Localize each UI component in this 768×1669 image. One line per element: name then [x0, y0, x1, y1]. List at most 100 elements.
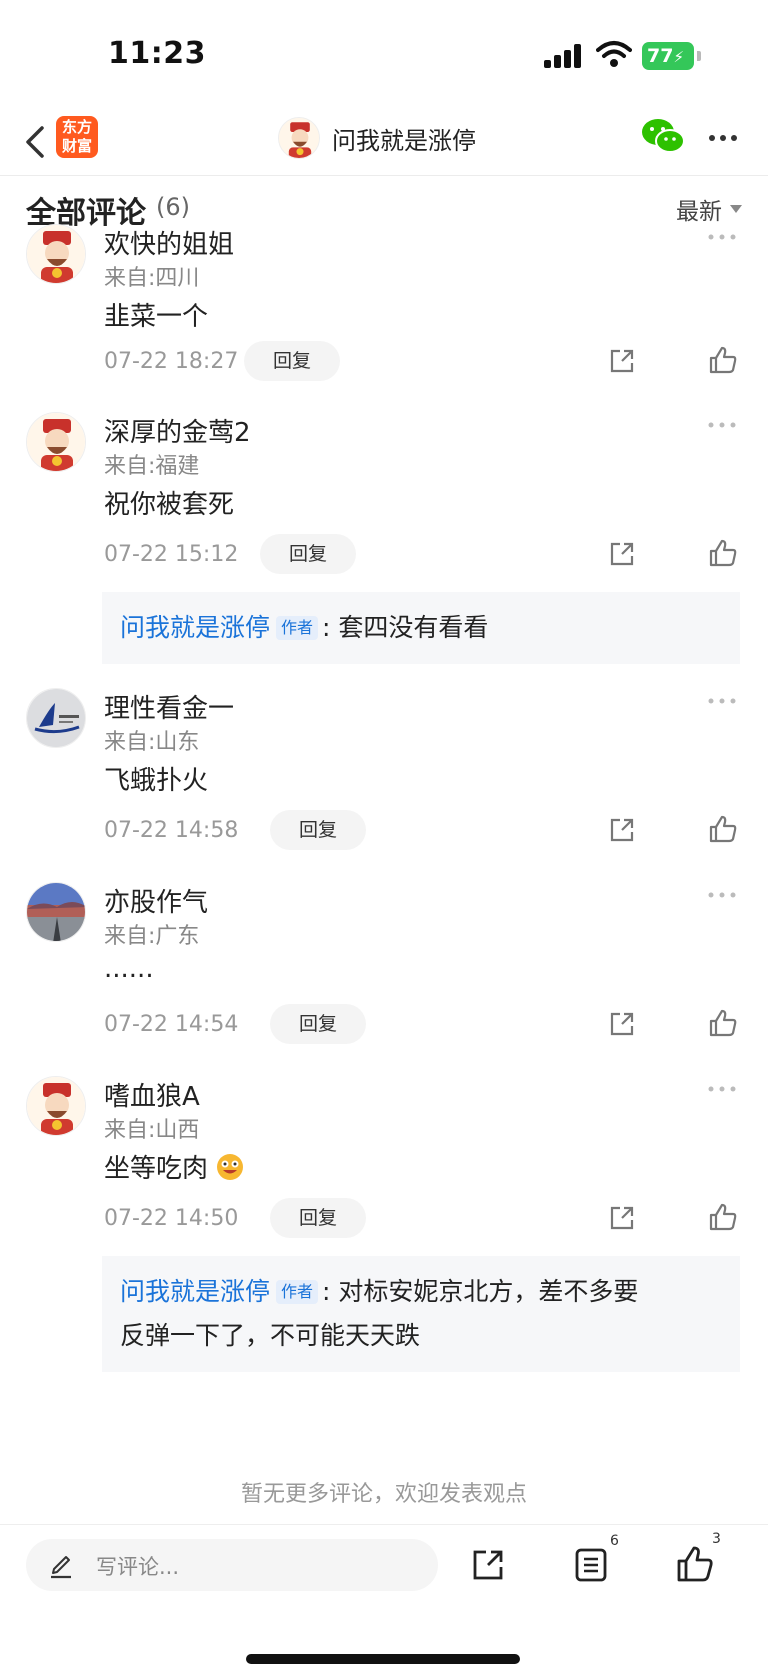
fortune-god-avatar[interactable] — [26, 224, 86, 284]
reply-text: 对标安妮京北方，差不多要 — [338, 1277, 639, 1306]
share-icon[interactable] — [608, 816, 636, 844]
comment-time: 07-22 14:58 — [104, 818, 239, 843]
comment-item: 亦股作气 来自:广东 ...... 07-22 14:54 回复 — [0, 882, 768, 1044]
commenter-name[interactable]: 嗜血狼A — [104, 1076, 200, 1113]
commenter-location: 来自:山东 — [104, 730, 200, 755]
nav-profile[interactable]: 问我就是涨停 — [278, 116, 476, 160]
like-count-badge: 3 — [712, 1531, 721, 1547]
bottom-action-bar: 写评论... 6 3 — [0, 1524, 768, 1669]
battery-level: 77 — [647, 45, 674, 67]
comment-item: 欢快的姐姐 来自:四川 韭菜一个 07-22 18:27 回复 — [0, 224, 768, 384]
thumbs-up-icon[interactable] — [708, 814, 738, 844]
commenter-location: 来自:四川 — [104, 266, 200, 291]
thumbs-up-icon[interactable] — [708, 538, 738, 568]
status-bar: 11:23 77⚡ — [0, 0, 768, 108]
nav-title: 问我就是涨停 — [332, 126, 476, 155]
thumbs-up-icon[interactable] — [676, 1545, 714, 1583]
back-arrow-icon[interactable] — [22, 122, 48, 162]
reply-button[interactable]: 回复 — [260, 534, 356, 574]
sort-label: 最新 — [676, 199, 722, 225]
app-logo[interactable]: 东方 财富 — [56, 116, 98, 158]
author-reply: 问我就是涨停 作者: 套四没有看看 — [102, 592, 740, 664]
comment-time: 07-22 14:50 — [104, 1206, 239, 1231]
comment-time: 07-22 18:27 — [104, 349, 239, 374]
author-badge: 作者 — [276, 616, 319, 640]
reply-author-name[interactable]: 问我就是涨停 — [120, 613, 270, 642]
logo-line1: 东方 — [61, 118, 92, 136]
more-options-icon[interactable] — [708, 1086, 736, 1092]
more-options-icon[interactable] — [708, 892, 736, 898]
fortune-god-avatar[interactable] — [26, 1076, 86, 1136]
comment-meta: 07-22 18:27 回复 — [104, 341, 744, 381]
reply-author-name[interactable]: 问我就是涨停 — [120, 1277, 270, 1306]
status-time: 11:23 — [108, 36, 206, 71]
comment-meta: 07-22 14:54 回复 — [104, 1004, 744, 1044]
comment-text: 坐等吃肉 — [104, 1148, 244, 1185]
comment-text-body: 坐等吃肉 — [104, 1154, 209, 1184]
comment-input[interactable]: 写评论... — [26, 1539, 438, 1591]
comment-text: 飞蛾扑火 — [104, 766, 209, 796]
landscape-avatar[interactable] — [26, 882, 86, 942]
commenter-name[interactable]: 深厚的金莺2 — [104, 412, 251, 449]
grinning-emoji-icon — [217, 1154, 244, 1180]
share-icon[interactable] — [608, 1204, 636, 1232]
comment-item: 深厚的金莺2 来自:福建 祝你被套死 07-22 15:12 回复 问我就是涨停… — [0, 412, 768, 664]
share-icon[interactable] — [608, 540, 636, 568]
fortune-god-avatar[interactable] — [26, 412, 86, 472]
caret-down-icon — [730, 205, 742, 213]
more-options-icon[interactable] — [708, 422, 736, 428]
thumbs-up-icon[interactable] — [708, 1008, 738, 1038]
pen-icon — [51, 1556, 71, 1579]
comment-list-icon[interactable] — [574, 1547, 608, 1583]
commenter-name[interactable]: 欢快的姐姐 — [104, 224, 234, 261]
commenter-location: 来自:山西 — [104, 1118, 200, 1143]
author-badge: 作者 — [276, 1280, 319, 1304]
comment-time: 07-22 14:54 — [104, 1012, 239, 1037]
comment-text: 祝你被套死 — [104, 490, 235, 520]
comment-item: 嗜血狼A 来自:山西 坐等吃肉 07-22 14:50 回复 问我就是涨停 作者:… — [0, 1076, 768, 1446]
commenter-location: 来自:福建 — [104, 454, 200, 479]
comment-meta: 07-22 14:50 回复 — [104, 1198, 744, 1238]
comment-item: 理性看金一 来自:山东 飞蛾扑火 07-22 14:58 回复 — [0, 688, 768, 850]
comment-count: (6) — [156, 193, 190, 221]
logo-line2: 财富 — [61, 137, 92, 155]
wechat-share-icon[interactable] — [640, 116, 686, 156]
reply-separator: : — [322, 613, 331, 642]
nav-bar: 东方 财富 问我就是涨停 — [0, 108, 768, 176]
sort-dropdown[interactable]: 最新 — [676, 192, 742, 226]
battery-tip — [697, 51, 701, 61]
comment-meta: 07-22 15:12 回复 — [104, 534, 744, 574]
reply-button[interactable]: 回复 — [270, 810, 366, 850]
reply-button[interactable]: 回复 — [244, 341, 340, 381]
reply-separator: : — [322, 1277, 331, 1306]
kayak-logo-avatar[interactable] — [26, 688, 86, 748]
thumbs-up-icon[interactable] — [708, 1202, 738, 1232]
share-icon[interactable] — [608, 347, 636, 375]
comment-time: 07-22 15:12 — [104, 542, 239, 567]
commenter-location: 来自:广东 — [104, 924, 200, 949]
author-reply: 问我就是涨停 作者: 对标安妮京北方，差不多要 反弹一下了，不可能天天跌 — [102, 1256, 740, 1372]
share-icon[interactable] — [470, 1547, 506, 1583]
commenter-name[interactable]: 理性看金一 — [104, 688, 234, 725]
thumbs-up-icon[interactable] — [708, 345, 738, 375]
more-options-icon[interactable] — [708, 134, 738, 142]
reply-text-line2: 反弹一下了，不可能天天跌 — [120, 1321, 421, 1350]
more-options-icon[interactable] — [708, 698, 736, 704]
no-more-comments-note: 暂无更多评论，欢迎发表观点 — [240, 1482, 527, 1507]
reply-button[interactable]: 回复 — [270, 1198, 366, 1238]
home-indicator — [246, 1654, 520, 1664]
commenter-name[interactable]: 亦股作气 — [104, 882, 208, 919]
signal-icon — [544, 44, 584, 68]
more-options-icon[interactable] — [708, 234, 736, 240]
comment-count-badge: 6 — [610, 1533, 619, 1549]
share-icon[interactable] — [608, 1010, 636, 1038]
battery-icon: 77⚡ — [642, 42, 694, 70]
reply-text: 套四没有看看 — [338, 613, 489, 642]
wifi-icon — [596, 41, 632, 67]
comment-meta: 07-22 14:58 回复 — [104, 810, 744, 850]
comment-text: 韭菜一个 — [104, 302, 209, 332]
comment-text: ...... — [104, 954, 154, 984]
reply-button[interactable]: 回复 — [270, 1004, 366, 1044]
fortune-god-avatar — [278, 117, 320, 159]
comment-input-placeholder: 写评论... — [96, 1555, 180, 1579]
